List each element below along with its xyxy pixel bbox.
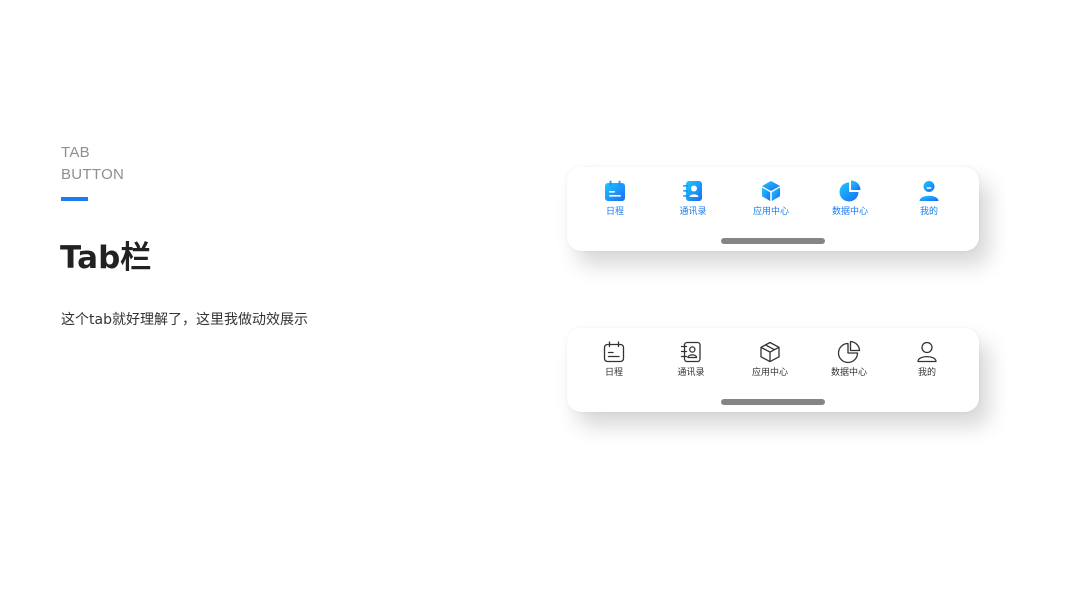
tab-label: 应用中心 [751, 368, 788, 378]
eyebrow-line-1: TAB [61, 144, 90, 161]
tab-label: 我的 [919, 207, 938, 217]
home-indicator [721, 238, 825, 244]
tab-bar-default: 日程 通讯录 应用中心 数据中心 我的 [567, 328, 979, 412]
tab-contacts[interactable]: 通讯录 [658, 179, 728, 221]
tab-bar-active: 日程 通讯录 应用中心 数据中心 我的 [567, 167, 979, 251]
tab-label: 我的 [917, 368, 936, 378]
tab-label: 数据中心 [831, 207, 868, 217]
section-eyebrow: TAB BUTTON [61, 142, 124, 186]
pie-chart-icon [837, 340, 861, 364]
contacts-book-icon [680, 341, 701, 363]
user-icon [919, 181, 939, 201]
page-description: 这个tab就好理解了，这里我做动效展示 [61, 312, 308, 328]
tab-app-center[interactable]: 应用中心 [735, 340, 805, 382]
home-indicator [721, 399, 825, 405]
calendar-icon [603, 341, 625, 363]
page: TAB BUTTON Tab栏 这个tab就好理解了，这里我做动效展示 日程 通… [0, 0, 1067, 600]
tab-contacts[interactable]: 通讯录 [656, 340, 726, 382]
tab-me[interactable]: 我的 [892, 340, 962, 382]
tab-me[interactable]: 我的 [894, 179, 964, 221]
tab-label: 日程 [605, 207, 624, 217]
tab-schedule[interactable]: 日程 [579, 340, 649, 382]
tab-app-center[interactable]: 应用中心 [736, 179, 806, 221]
tab-schedule[interactable]: 日程 [580, 179, 650, 221]
tab-label: 应用中心 [752, 207, 789, 217]
eyebrow-line-2: BUTTON [61, 166, 125, 183]
cube-icon [760, 341, 780, 363]
pie-chart-icon [839, 180, 861, 202]
calendar-icon [605, 180, 625, 201]
tab-label: 数据中心 [830, 368, 867, 378]
cube-icon [762, 181, 780, 201]
tab-data-center[interactable]: 数据中心 [815, 179, 885, 221]
contacts-book-icon [683, 181, 702, 201]
page-title: Tab栏 [60, 240, 152, 276]
user-icon [917, 341, 937, 363]
tab-data-center[interactable]: 数据中心 [814, 340, 884, 382]
tab-label: 日程 [604, 368, 623, 378]
tab-label: 通讯录 [679, 207, 707, 217]
tab-label: 通讯录 [677, 368, 705, 378]
accent-divider [61, 197, 88, 201]
